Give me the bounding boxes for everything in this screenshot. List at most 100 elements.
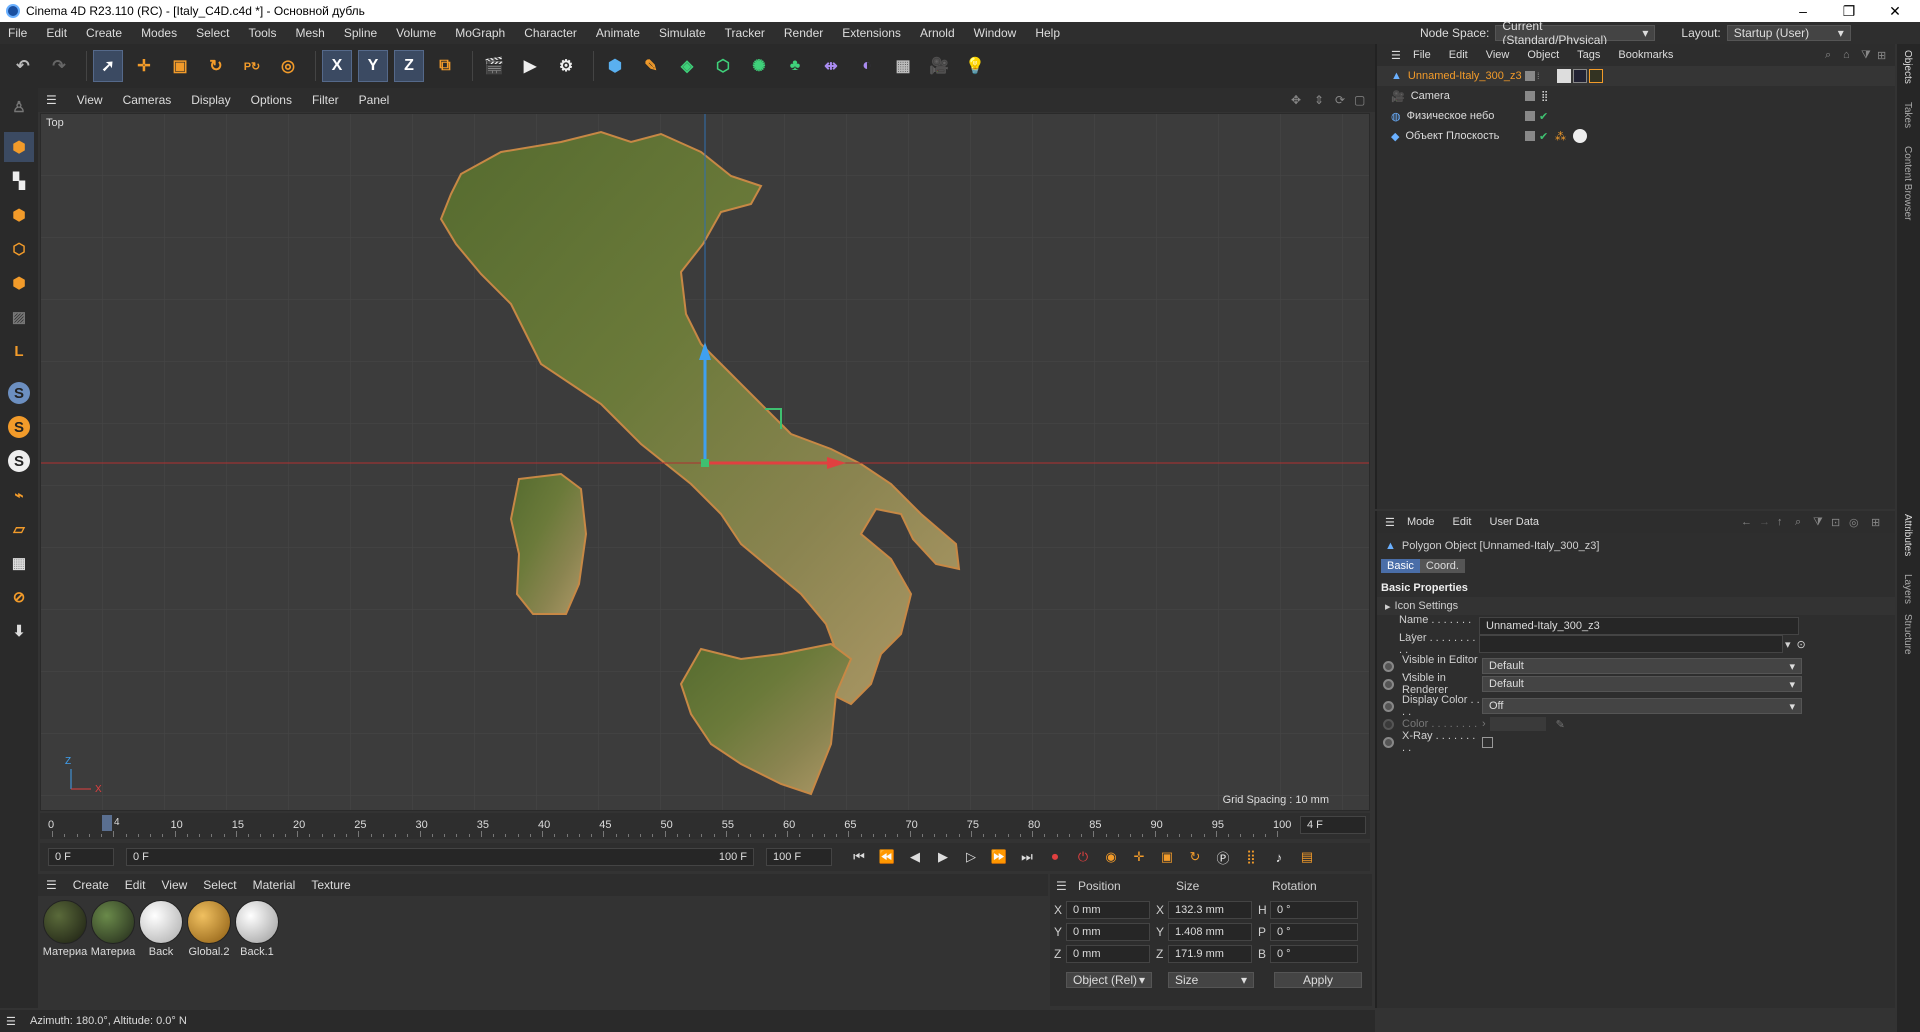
object-menu-bookmarks[interactable]: Bookmarks — [1618, 49, 1673, 61]
floor-button[interactable]: ▦ — [888, 50, 918, 82]
object-row-camera[interactable]: 🎥 Camera ⣿ — [1377, 86, 1895, 106]
psr-tool-button[interactable]: P↻ — [237, 50, 267, 82]
model-mode-button[interactable]: ⬢ — [4, 132, 34, 162]
snap-button[interactable]: S — [4, 378, 34, 408]
origin-handle[interactable] — [701, 459, 709, 467]
maximize-button[interactable]: ❐ — [1826, 0, 1872, 22]
material-swatch[interactable]: Материа — [42, 900, 88, 958]
viewport-menu-filter[interactable]: Filter — [312, 93, 339, 107]
viewport-menu-cameras[interactable]: Cameras — [123, 93, 172, 107]
pen-spline-button[interactable]: ✎ — [636, 50, 666, 82]
menu-modes[interactable]: Modes — [141, 26, 177, 40]
end-frame-field[interactable]: 100 F — [766, 848, 832, 866]
rotation-p-field[interactable]: 0 ° — [1270, 923, 1358, 941]
size-x-field[interactable]: 132.3 mm — [1168, 901, 1252, 919]
points-mode-button[interactable]: ⬢ — [4, 200, 34, 230]
search-icon[interactable]: ⌕ — [1795, 516, 1801, 529]
hamburger-icon[interactable]: ☰ — [1385, 516, 1395, 529]
material-menu-edit[interactable]: Edit — [125, 878, 146, 892]
camera-button[interactable]: 🎥 — [924, 50, 954, 82]
volume-button[interactable]: ♣ — [780, 50, 810, 82]
up-arrow-icon[interactable]: ↑ — [1777, 516, 1783, 528]
xray-checkbox[interactable] — [1482, 736, 1493, 748]
display-color-dropdown[interactable]: Off ▾ — [1482, 698, 1802, 714]
menu-arnold[interactable]: Arnold — [920, 26, 955, 40]
icon-settings-group[interactable]: ▸ Icon Settings — [1377, 597, 1897, 615]
axis-mode-button[interactable]: L — [4, 336, 34, 366]
next-key-button[interactable]: ⏩ — [988, 846, 1010, 868]
object-row-plane[interactable]: ◆ Объект Плоскость ✔ ⁂ — [1377, 126, 1895, 146]
render-view-button[interactable]: 🎬 — [479, 50, 509, 82]
redo-button[interactable]: ↷ — [44, 50, 74, 82]
chevron-down-icon[interactable]: ▾ — [1785, 638, 1791, 651]
zoom-view-icon[interactable]: ⇕ — [1314, 93, 1324, 107]
maximize-view-icon[interactable]: ▢ — [1354, 93, 1365, 107]
filter-icon[interactable]: ⧩ — [1861, 49, 1871, 62]
material-menu-create[interactable]: Create — [73, 878, 109, 892]
viewport-menu-panel[interactable]: Panel — [359, 93, 390, 107]
camera-tag-icon[interactable]: ⣿ — [1541, 91, 1548, 102]
select-tool-button[interactable]: ➚ — [93, 50, 123, 82]
object-menu-file[interactable]: File — [1413, 49, 1431, 61]
uv-mode-button[interactable]: ▨ — [4, 302, 34, 332]
menu-spline[interactable]: Spline — [344, 26, 377, 40]
frame-range-slider[interactable]: 0 F 100 F — [126, 848, 754, 866]
subdivision-button[interactable]: ◈ — [672, 50, 702, 82]
visible-editor-dropdown[interactable]: Default ▾ — [1482, 658, 1802, 674]
position-x-field[interactable]: 0 mm — [1066, 901, 1150, 919]
attribute-menu-mode[interactable]: Mode — [1407, 516, 1435, 528]
menu-window[interactable]: Window — [974, 26, 1017, 40]
texture-mode-button[interactable]: ▚ — [4, 166, 34, 196]
layer-dots-icon[interactable]: ⁞ — [1537, 71, 1540, 81]
cube-object-button[interactable]: ⬢ — [600, 50, 630, 82]
key-parameter-button[interactable]: Ⓟ — [1212, 846, 1234, 868]
size-z-field[interactable]: 171.9 mm — [1168, 945, 1252, 963]
viewport-canvas[interactable] — [41, 114, 1370, 811]
object-menu-edit[interactable]: Edit — [1449, 49, 1468, 61]
material-menu-material[interactable]: Material — [253, 878, 296, 892]
material-tag-icon[interactable] — [1573, 69, 1587, 83]
key-rotation-button[interactable]: ↻ — [1184, 846, 1206, 868]
material-swatch[interactable]: Материа — [90, 900, 136, 958]
menu-edit[interactable]: Edit — [46, 26, 67, 40]
coordinate-system-button[interactable]: ⧉ — [430, 50, 460, 82]
menu-render[interactable]: Render — [784, 26, 823, 40]
make-editable-button[interactable]: ♙ — [4, 92, 34, 122]
go-to-end-button[interactable]: ⏭ — [1016, 846, 1038, 868]
rotate-tool-button[interactable]: ↻ — [201, 50, 231, 82]
menu-tools[interactable]: Tools — [248, 26, 276, 40]
animate-radio[interactable] — [1383, 718, 1394, 730]
animate-radio[interactable] — [1383, 736, 1394, 748]
visibility-toggle[interactable] — [1525, 111, 1535, 121]
visibility-toggle[interactable] — [1525, 131, 1535, 141]
go-to-start-button[interactable]: ⏮ — [848, 846, 870, 868]
viewport-menu-view[interactable]: View — [77, 93, 103, 107]
prev-frame-button[interactable]: ◀ — [904, 846, 926, 868]
node-space-dropdown[interactable]: Current (Standard/Physical) ▾ — [1495, 19, 1656, 47]
menu-create[interactable]: Create — [86, 26, 122, 40]
hamburger-icon[interactable]: ☰ — [1391, 49, 1401, 62]
workplane-button[interactable]: ▱ — [4, 514, 34, 544]
key-pla-button[interactable]: ⣿ — [1240, 846, 1262, 868]
hamburger-icon[interactable]: ☰ — [1056, 879, 1067, 893]
auto-key-button[interactable]: ⏻ — [1072, 846, 1094, 868]
animate-radio[interactable] — [1383, 678, 1394, 690]
layer-input[interactable] — [1479, 635, 1783, 653]
cloner-button[interactable]: ✺ — [744, 50, 774, 82]
menu-tracker[interactable]: Tracker — [725, 26, 765, 40]
settings-icon[interactable]: ◎ — [1849, 516, 1859, 529]
polygons-mode-button[interactable]: ⬢ — [4, 268, 34, 298]
attribute-menu-user-data[interactable]: User Data — [1490, 516, 1540, 528]
locked-workplane-button[interactable]: ⊘ — [4, 582, 34, 612]
object-menu-object[interactable]: Object — [1527, 49, 1559, 61]
object-menu-view[interactable]: View — [1486, 49, 1510, 61]
material-swatch[interactable]: Back — [138, 900, 184, 958]
home-icon[interactable]: ⌂ — [1843, 49, 1850, 61]
extrude-button[interactable]: ⬡ — [708, 50, 738, 82]
rotation-b-field[interactable]: 0 ° — [1270, 945, 1358, 963]
scale-tool-button[interactable]: ▣ — [165, 50, 195, 82]
edges-mode-button[interactable]: ⬡ — [4, 234, 34, 264]
object-row-italy[interactable]: ▲ Unnamed-Italy_300_z3 ⁞ — [1377, 66, 1895, 86]
pan-view-icon[interactable]: ✥ — [1291, 93, 1301, 107]
material-menu-texture[interactable]: Texture — [311, 878, 350, 892]
